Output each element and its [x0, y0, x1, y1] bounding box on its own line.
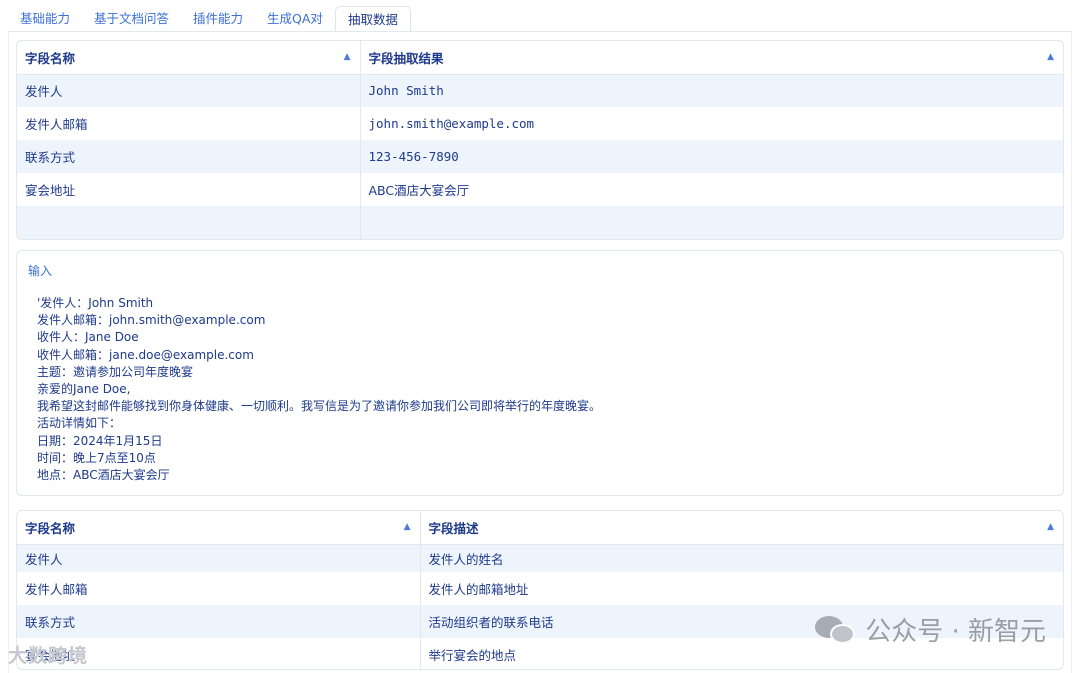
desc-table-header: 字段名称 ▲ 字段描述 ▲ [17, 511, 1063, 545]
table-row: 发件人邮箱 john.smith@example.com [17, 107, 1063, 140]
watermark: 公众号 · 新智元 [815, 611, 1046, 648]
field-name-cell: 发件人邮箱 [17, 572, 421, 605]
table-row: 宴会地址 ABC酒店大宴会厅 [17, 173, 1063, 206]
input-label: 输入 [28, 264, 53, 278]
corner-watermark: 大数跨境 [8, 645, 89, 667]
result-table-card: 字段名称 ▲ 字段抽取结果 ▲ 发件人 John Smith 发件人邮箱 john.… [16, 40, 1064, 240]
field-name-cell: 联系方式 [17, 140, 361, 173]
table-row [17, 206, 1063, 239]
tab-plugin[interactable]: 插件能力 [181, 6, 255, 32]
column-header-extract-result[interactable]: 字段抽取结果 ▲ [360, 41, 1063, 75]
field-name-cell: 发件人 [17, 74, 361, 107]
result-table: 字段名称 ▲ 字段抽取结果 ▲ 发件人 John Smith 发件人邮箱 john.… [17, 41, 1063, 239]
field-name-cell: 联系方式 [17, 605, 421, 638]
table-row: 发件人邮箱 发件人的邮箱地址 [17, 572, 1063, 605]
column-header-field-name[interactable]: 字段名称 ▲ [17, 41, 361, 75]
sort-ascending-icon[interactable]: ▲ [404, 522, 411, 532]
column-header-field-desc[interactable]: 字段描述 ▲ [420, 511, 1063, 545]
field-desc-cell: 发件人的姓名 [420, 544, 1063, 572]
extract-result-cell: ABC酒店大宴会厅 [368, 183, 470, 198]
extract-result-cell: john.smith@example.com [368, 116, 535, 131]
tab-divider [8, 31, 1072, 32]
tab-basic[interactable]: 基础能力 [8, 6, 82, 32]
table-row: 发件人 发件人的姓名 [17, 544, 1063, 572]
input-card: 输入 '发件人：John Smith 发件人邮箱：john.smith@exam… [16, 250, 1064, 496]
input-textarea[interactable]: '发件人：John Smith 发件人邮箱：john.smith@example… [37, 295, 1053, 487]
sort-ascending-icon[interactable]: ▲ [344, 52, 351, 62]
sort-ascending-icon[interactable]: ▲ [1047, 522, 1054, 532]
sort-ascending-icon[interactable]: ▲ [1047, 52, 1054, 62]
table-row: 联系方式 123-456-7890 [17, 140, 1063, 173]
field-name-cell: 发件人邮箱 [17, 107, 361, 140]
tab-extract-data[interactable]: 抽取数据 [334, 6, 411, 32]
extract-result-cell: John Smith [360, 74, 1063, 107]
tab-doc-qa[interactable]: 基于文档问答 [82, 6, 181, 32]
field-name-cell [17, 206, 361, 239]
table-row: 发件人 John Smith [17, 74, 1063, 107]
extract-result-cell: 123-456-7890 [360, 140, 1063, 173]
tab-bar: 基础能力 基于文档问答 插件能力 生成QA对 抽取数据 [8, 6, 411, 32]
result-table-header: 字段名称 ▲ 字段抽取结果 ▲ [17, 41, 1063, 75]
field-desc-cell: 发件人的邮箱地址 [428, 582, 529, 597]
watermark-text: 公众号 · 新智元 [865, 617, 1046, 647]
field-name-cell: 发件人 [17, 544, 421, 572]
column-header-field-name[interactable]: 字段名称 ▲ [17, 511, 421, 545]
field-name-cell: 宴会地址 [17, 173, 361, 206]
extract-result-cell [360, 206, 1063, 239]
tab-generate-qa[interactable]: 生成QA对 [255, 6, 335, 32]
wechat-icon [815, 612, 857, 648]
